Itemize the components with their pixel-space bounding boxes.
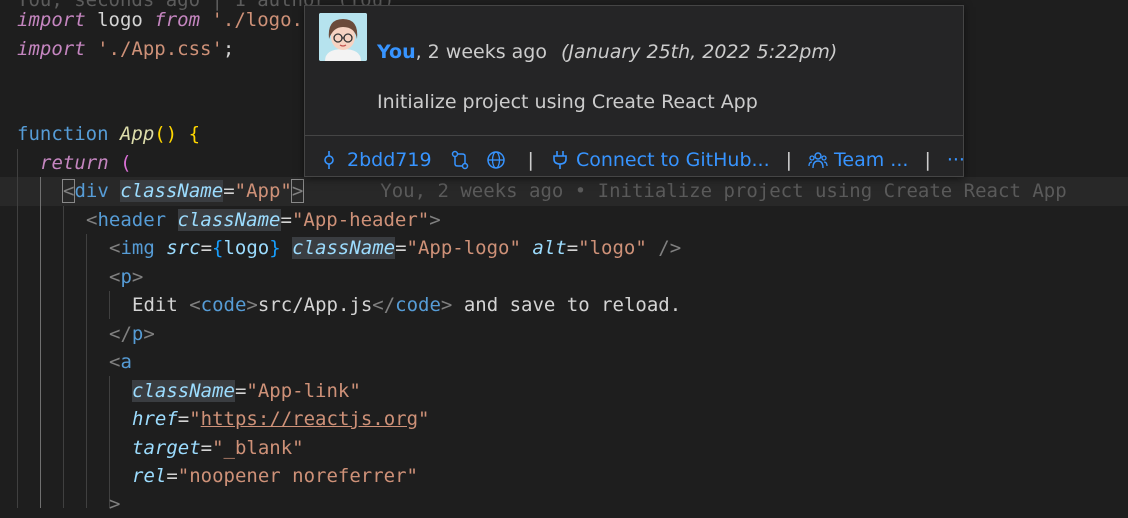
string-app: "App": [234, 180, 292, 202]
attr-classname: className: [177, 209, 281, 231]
string-rel: "noopener noreferrer": [177, 465, 418, 487]
avatar-icon: [319, 13, 367, 61]
code-line-1[interactable]: import logo from './logo.: [17, 6, 303, 34]
inline-blame[interactable]: You, 2 weeks ago • Initialize project us…: [380, 180, 1066, 202]
string-app-header: "App-header": [291, 209, 430, 231]
commit-message: Initialize project using Create React Ap…: [377, 91, 758, 113]
code-line-2[interactable]: import './App.css';: [17, 35, 234, 63]
tag-code: code: [200, 294, 247, 316]
string-blank: "_blank": [212, 437, 304, 459]
attr-alt: alt: [532, 237, 567, 259]
indent-guide: [86, 234, 87, 508]
tag-img: img: [120, 237, 155, 259]
text-src-path: src/App.js: [257, 294, 373, 316]
keyword-from: from: [154, 9, 201, 31]
tag-div: div: [74, 180, 109, 202]
commit-sha-link[interactable]: 2bdd719: [321, 149, 432, 171]
tag-code-close: code: [395, 294, 441, 316]
compare-button[interactable]: [450, 150, 476, 170]
separator: |: [527, 149, 534, 171]
semicolon: ;: [222, 38, 235, 60]
indent-guide: [109, 376, 110, 508]
string-app-css: './App.css': [85, 38, 223, 60]
keyword-function: function: [17, 123, 109, 145]
team-icon: [808, 152, 828, 169]
hover-actions: 2bdd719 | Connect to GitHub... | Team ..…: [321, 148, 965, 172]
blame-hover-popup[interactable]: You, 2 weeks ago (January 25th, 2022 5:22…: [304, 5, 965, 177]
function-name-app: App: [119, 123, 155, 145]
team-link[interactable]: Team ...: [808, 149, 908, 171]
attr-src: src: [166, 237, 201, 259]
globe-icon: [486, 151, 505, 169]
code-line-4[interactable]: function App() {: [17, 120, 200, 148]
keyword-return: return: [40, 152, 109, 174]
code-line-12[interactable]: <a: [109, 348, 132, 376]
tag-bracket-close: >: [290, 179, 305, 203]
hover-header: You, 2 weeks ago (January 25th, 2022 5:22…: [377, 41, 837, 63]
text-edit: Edit: [132, 294, 190, 316]
code-line-9[interactable]: <p>: [109, 263, 143, 291]
keyword-import: import: [17, 38, 86, 60]
string-logo-path: './logo.: [200, 9, 303, 31]
divider: [305, 135, 963, 136]
attr-classname: className: [120, 180, 224, 202]
attr-classname: className: [292, 237, 396, 259]
link-reactjs[interactable]: https://reactjs.org: [201, 408, 418, 430]
keyword-import: import: [17, 9, 86, 31]
code-line-8[interactable]: <img src={logo} className="App-logo" alt…: [109, 234, 681, 262]
code-line-16[interactable]: rel="noopener noreferrer": [132, 462, 418, 490]
code-line-6[interactable]: <div className="App"> You, 2 weeks ago • …: [61, 177, 1067, 205]
more-actions-button[interactable]: ···: [947, 149, 965, 171]
indent-guide: [109, 291, 110, 319]
tag-p-close: p: [131, 323, 144, 345]
author-name[interactable]: You: [377, 41, 416, 63]
code-line-13[interactable]: className="App-link": [132, 377, 361, 405]
identifier-logo: logo: [85, 9, 155, 31]
connect-github-label[interactable]: Connect to GitHub...: [576, 149, 770, 171]
tag-a: a: [120, 351, 132, 373]
var-logo: logo: [223, 237, 270, 259]
brace-open: {: [188, 123, 201, 145]
relative-date: , 2 weeks ago: [415, 41, 547, 63]
code-line-11[interactable]: </p>: [109, 320, 155, 348]
code-line-14[interactable]: href="https://reactjs.org": [132, 405, 429, 433]
indent-guide: [63, 206, 64, 508]
parens: (): [154, 123, 178, 145]
absolute-date: (January 25th, 2022 5:22pm): [561, 41, 838, 63]
team-label[interactable]: Team ...: [834, 149, 908, 171]
separator: |: [785, 149, 793, 171]
commit-sha[interactable]: 2bdd719: [347, 149, 432, 171]
open-on-remote-button[interactable]: [486, 150, 512, 170]
attr-href: href: [132, 408, 178, 430]
avatar: [319, 13, 367, 61]
attr-target: target: [132, 437, 201, 459]
compare-changes-icon: [451, 150, 468, 170]
plug-icon: [553, 151, 567, 169]
git-commit-icon: [324, 151, 334, 169]
text-save: and save to reload.: [452, 294, 682, 316]
tag-p: p: [120, 266, 132, 288]
attr-classname: className: [132, 380, 235, 402]
separator: |: [924, 149, 931, 171]
indent-guide-active: [40, 177, 41, 508]
tag-header: header: [97, 209, 167, 231]
paren-open: (: [120, 152, 132, 174]
code-line-17[interactable]: >: [109, 490, 120, 518]
indent-guide: [17, 149, 18, 508]
code-line-7[interactable]: <header className="App-header">: [86, 206, 441, 234]
string-logo: "logo": [578, 237, 647, 259]
attr-rel: rel: [132, 465, 167, 487]
code-line-5[interactable]: return (: [40, 149, 132, 177]
tag-bracket-open: <: [61, 179, 76, 203]
code-line-10[interactable]: Edit <code>src/App.js</code> and save to…: [132, 291, 681, 319]
code-line-15[interactable]: target="_blank": [132, 434, 304, 462]
string-app-logo: "App-logo": [406, 237, 521, 259]
string-app-link: "App-link": [246, 380, 361, 402]
connect-github-link[interactable]: Connect to GitHub...: [550, 149, 770, 171]
